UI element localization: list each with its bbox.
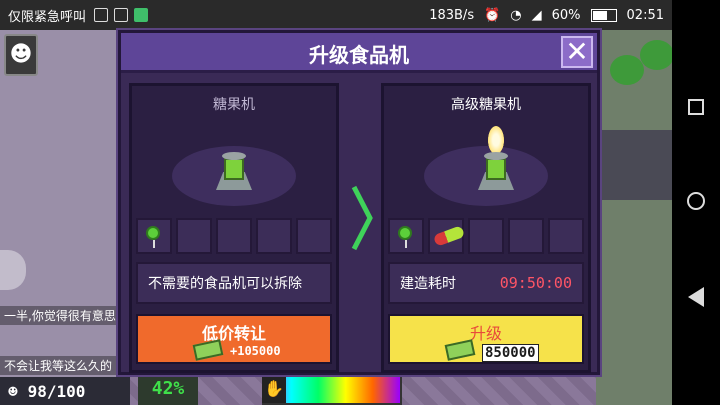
current-machine-name: 糖果机 xyxy=(213,97,255,113)
slot xyxy=(428,218,466,254)
build-time-info: 建造耗时 09:50:00 xyxy=(388,262,584,304)
current-machine-panel: 糖果机 不需要的食品机可以拆除 低价转让 +105000 xyxy=(129,83,339,373)
lollipop-icon xyxy=(398,226,412,248)
sell-amount: +105000 xyxy=(230,344,281,358)
city-area xyxy=(596,30,672,405)
person-icon: ☻ xyxy=(8,381,18,401)
demolish-text: 不需要的食品机可以拆除 xyxy=(148,276,302,292)
arrow-right-icon xyxy=(351,185,373,251)
upgrade-label: 升级 xyxy=(469,324,502,343)
recents-icon[interactable] xyxy=(688,98,704,115)
battery-percent: 60% xyxy=(551,7,581,23)
slot xyxy=(548,218,584,254)
candy-machine-icon xyxy=(210,150,258,196)
slot xyxy=(256,218,292,254)
close-button[interactable]: ✕ xyxy=(561,36,593,68)
slot xyxy=(296,218,332,254)
network-speed: 183B/s xyxy=(429,7,475,23)
slot xyxy=(176,218,212,254)
player-avatar[interactable]: ☻ xyxy=(4,34,38,76)
sell-label: 低价转让 xyxy=(201,324,266,343)
dialog-title: 升级食品机 xyxy=(309,43,409,67)
ingredient-slots xyxy=(388,218,584,254)
slot xyxy=(136,218,172,254)
demolish-info: 不需要的食品机可以拆除 xyxy=(136,262,332,304)
status-bar: 仅限紧急呼叫 183B/s ⏰ ◔ ◢ 60% 02:51 xyxy=(0,0,672,30)
slot xyxy=(468,218,504,254)
battery-icon xyxy=(590,8,617,22)
tree-icon xyxy=(640,40,674,70)
chat-message: 不会让我等这么久的 xyxy=(0,356,117,375)
upgrade-button[interactable]: 升级 850000 xyxy=(388,314,584,364)
carrier-text: 仅限紧急呼叫 xyxy=(8,9,87,25)
ingredient-slots xyxy=(136,218,332,254)
restaurant-floor xyxy=(0,30,130,380)
sell-button[interactable]: 低价转让 +105000 xyxy=(136,314,332,364)
slot xyxy=(388,218,424,254)
build-time-value: 09:50:00 xyxy=(499,274,572,292)
app-icon xyxy=(134,8,149,22)
slot xyxy=(216,218,252,254)
road xyxy=(596,130,672,200)
upgrade-dialog: 升级食品机 ✕ 糖果机 不需要的食品机可以拆除 低价转让 +105000 高级糖… xyxy=(118,30,600,375)
build-time-label: 建造耗时 xyxy=(400,276,456,292)
signal-icon: ◢ xyxy=(531,7,542,23)
upgrade-cost: 850000 xyxy=(482,344,539,362)
advanced-candy-machine-icon xyxy=(472,150,520,196)
tree-icon xyxy=(610,55,644,85)
notification-icon xyxy=(114,8,129,22)
sim-icon xyxy=(94,8,109,22)
slot xyxy=(508,218,544,254)
candy-icon xyxy=(432,225,466,247)
upgraded-machine-name: 高级糖果机 xyxy=(451,97,521,113)
home-icon[interactable] xyxy=(687,191,705,210)
wifi-icon: ◔ xyxy=(510,7,522,23)
close-icon: ✕ xyxy=(565,35,589,68)
alarm-icon: ⏰ xyxy=(484,7,501,23)
status-right: 183B/s ⏰ ◔ ◢ 60% 02:51 xyxy=(429,8,664,23)
status-icons xyxy=(94,8,149,22)
population-bar: ☻ 98/100 xyxy=(0,377,130,405)
dialog-header: 升级食品机 ✕ xyxy=(121,33,597,73)
upgraded-machine-panel: 高级糖果机 建造耗时 09:50:00 升级 850000 xyxy=(381,83,591,373)
clock: 02:51 xyxy=(626,7,664,23)
chat-message: 一半,你觉得很有意思 xyxy=(0,306,120,325)
back-icon[interactable] xyxy=(688,286,704,307)
lollipop-icon xyxy=(146,226,160,248)
android-nav-bar xyxy=(672,0,720,405)
percent-display: 42% xyxy=(138,373,198,405)
population-count: 98/100 xyxy=(27,381,86,401)
hand-icon[interactable]: ✋ xyxy=(262,375,286,403)
